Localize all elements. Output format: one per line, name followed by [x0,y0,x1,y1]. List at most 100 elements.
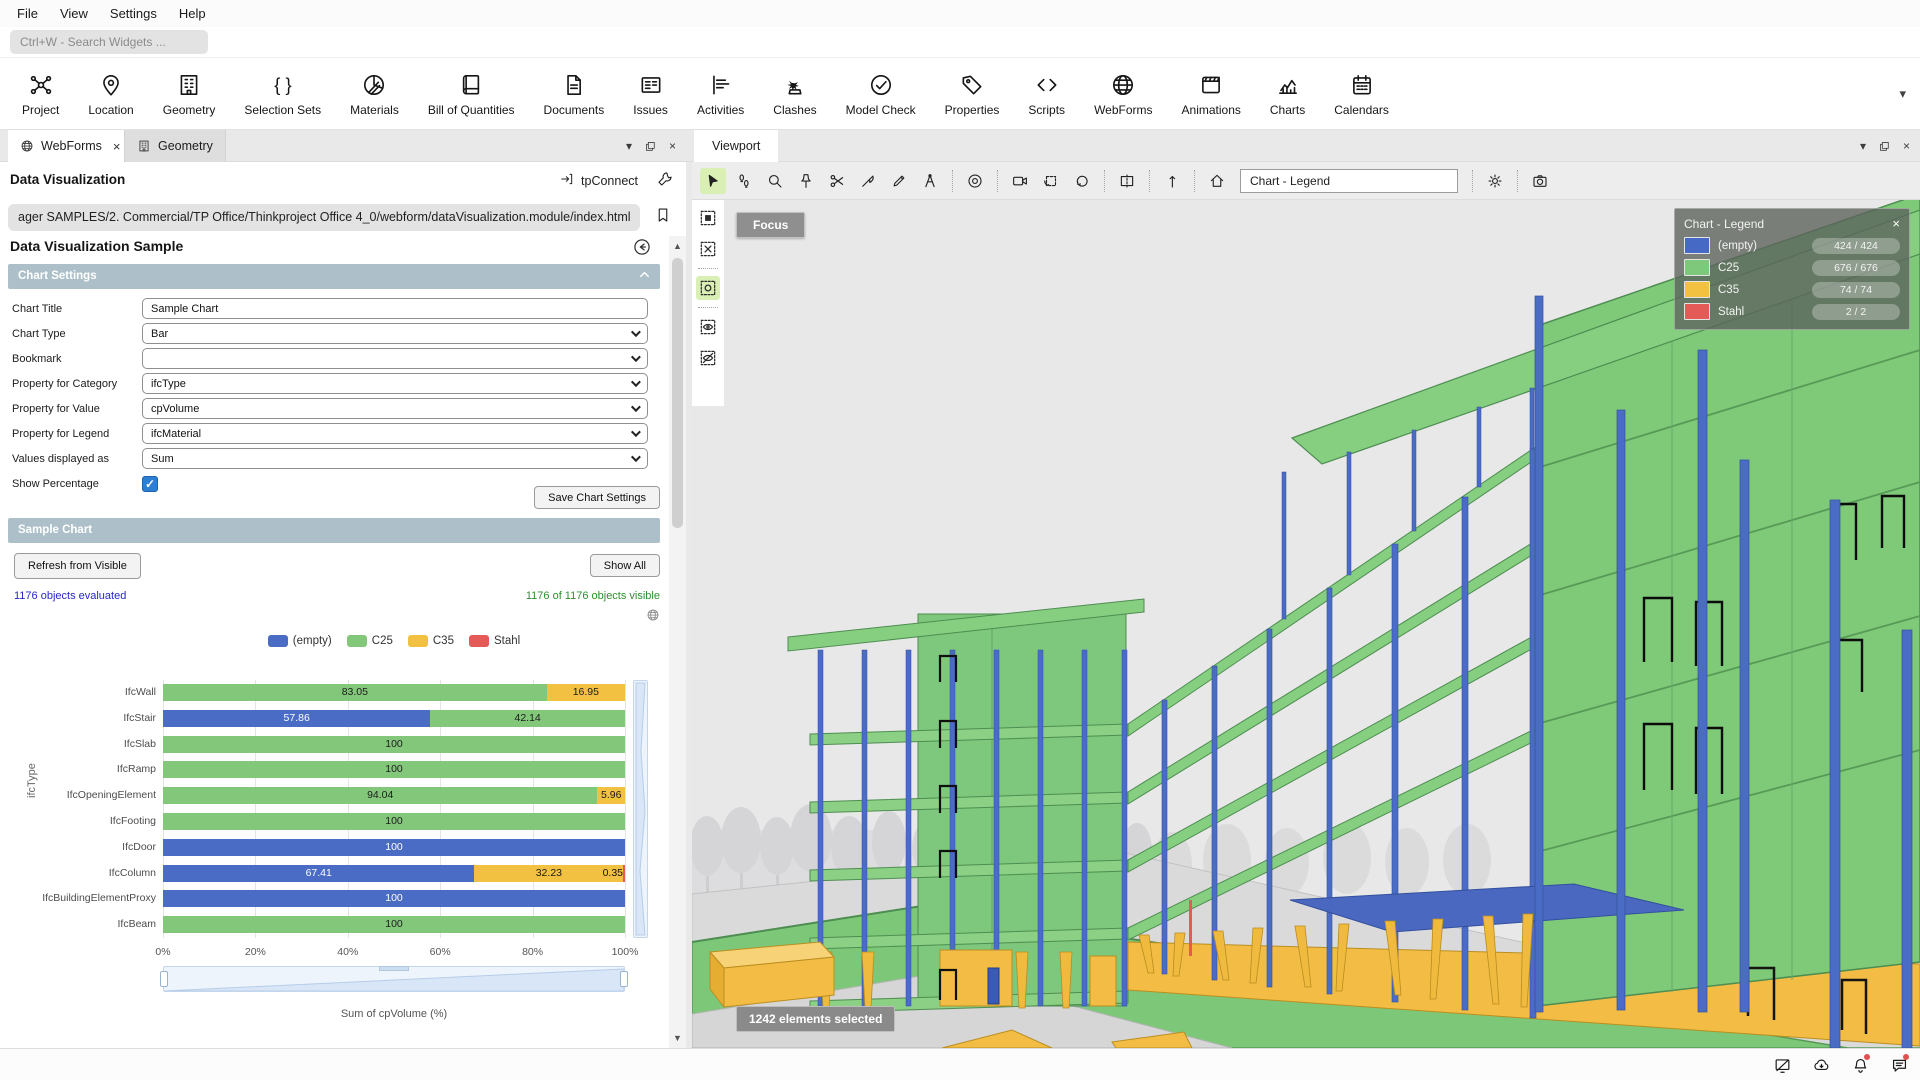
close-pane-icon[interactable]: × [1903,139,1910,153]
back-circle-icon[interactable] [632,237,652,262]
panel-scrollbar[interactable]: ▲ ▼ [669,236,686,1048]
straighten-tool[interactable] [1159,168,1185,194]
bell-icon[interactable] [1849,1054,1871,1076]
toolbar-item-properties[interactable]: Properties [935,66,1010,122]
legend-overlay-row-empty[interactable]: (empty)424 / 424 [1684,237,1900,254]
show-all-button[interactable]: Show All [590,554,660,577]
toolbar-item-charts[interactable]: Charts [1260,66,1315,122]
close-tab-icon[interactable]: × [113,139,121,154]
home-tool[interactable] [1204,168,1230,194]
toolbar-item-documents[interactable]: Documents [534,66,615,122]
section-header-sample-chart[interactable]: Sample Chart [8,518,660,543]
bar-row-ifcfooting[interactable]: 100 [163,813,625,830]
knife-tool[interactable] [855,168,881,194]
chart-title-input[interactable]: Sample Chart [142,298,648,319]
scissors-tool[interactable] [824,168,850,194]
datazoom-handle-right[interactable] [620,971,628,987]
menu-settings[interactable]: Settings [99,2,168,25]
close-icon[interactable]: × [1892,216,1900,231]
menu-help[interactable]: Help [168,2,217,25]
presentation-off-icon[interactable] [1771,1054,1793,1076]
camera-video-tool[interactable] [1007,168,1033,194]
legend-overlay-row-c25[interactable]: C25676 / 676 [1684,259,1900,276]
toolbar-item-model-check[interactable]: Model Check [836,66,926,122]
bar-row-ifcslab[interactable]: 100 [163,736,625,753]
toolbar-item-project[interactable]: Project [12,66,69,122]
toolbar-item-clashes[interactable]: Clashes [763,66,826,122]
pin-tool[interactable] [793,168,819,194]
toolbar-overflow-chevron-icon[interactable]: ▾ [1899,86,1906,102]
refresh-from-visible-button[interactable]: Refresh from Visible [14,553,141,579]
chevron-up-icon[interactable] [637,267,652,292]
bar-row-ifccolumn[interactable]: 67.4132.230.35 [163,865,625,882]
orbit-tool[interactable] [1069,168,1095,194]
marker-tool[interactable] [886,168,912,194]
legend-item-empty[interactable]: (empty) [268,635,332,647]
datazoom-slider-vertical[interactable] [633,680,648,938]
chart-type-select[interactable]: Bar [142,323,648,344]
section-header-chart-settings[interactable]: Chart Settings [8,264,660,289]
toolbar-item-selection-sets[interactable]: { }Selection Sets [234,66,331,122]
widget-search-input[interactable]: Ctrl+W - Search Widgets ... [10,30,208,54]
legend-overlay-row-stahl[interactable]: Stahl2 / 2 [1684,303,1900,320]
3d-viewport[interactable]: Focus Chart - Legend × (empty)424 / 424C… [692,200,1920,1048]
close-pane-icon[interactable]: × [669,139,676,153]
bar-row-ifcstair[interactable]: 57.8642.14 [163,710,625,727]
show-selected-tool[interactable] [696,315,720,339]
cloud-download-icon[interactable] [1810,1054,1832,1076]
photo-icon[interactable] [1527,168,1553,194]
property-for-value-select[interactable]: cpVolume [142,398,648,419]
float-window-icon[interactable] [1878,140,1891,153]
scroll-down-icon[interactable]: ▼ [669,1030,686,1046]
float-window-icon[interactable] [644,140,657,153]
legend-item-stahl[interactable]: Stahl [469,635,520,647]
bookmark-select[interactable] [142,348,648,369]
focus-ring-tool[interactable] [962,168,988,194]
section-plane-tool[interactable] [1114,168,1140,194]
bar-row-ifcbuildingelementproxy[interactable]: 100 [163,890,625,907]
zoom-tool[interactable] [762,168,788,194]
toolbar-item-materials[interactable]: Materials [340,66,409,122]
toolbar-item-issues[interactable]: Issues [623,66,678,122]
chat-icon[interactable] [1888,1054,1910,1076]
gear-icon[interactable] [1482,168,1508,194]
legend-item-c35[interactable]: C35 [408,635,454,647]
focus-selection-tool[interactable] [696,276,720,300]
toolbar-item-animations[interactable]: Animations [1172,66,1251,122]
legend-item-c25[interactable]: C25 [347,635,393,647]
webform-url-field[interactable]: ager SAMPLES/2. Commercial/TP Office/Thi… [8,204,640,231]
bar-row-ifcramp[interactable]: 100 [163,761,625,778]
menu-view[interactable]: View [49,2,99,25]
save-chart-settings-button[interactable]: Save Chart Settings [534,486,660,509]
select-all-tool[interactable] [696,206,720,230]
toolbar-item-calendars[interactable]: Calendars [1324,66,1399,122]
tpconnect-button[interactable]: tpConnect [559,171,638,190]
toolbar-item-bill-of-quantities[interactable]: Bill of Quantities [418,66,525,122]
show-percentage-checkbox[interactable]: ✓ [142,476,158,492]
hide-selected-tool[interactable] [696,346,720,370]
dock-chevron-icon[interactable]: ▾ [1860,139,1866,153]
wrench-icon[interactable] [656,170,674,193]
toolbar-item-activities[interactable]: Activities [687,66,754,122]
bar-row-ifcwall[interactable]: 83.0516.95 [163,684,625,701]
tab-geometry[interactable]: Geometry [124,130,226,162]
bookmark-icon[interactable] [654,206,672,229]
chart-legend[interactable]: (empty) C25 C35 Stahl [163,635,625,647]
bar-row-ifcdoor[interactable]: 100 [163,839,625,856]
toolbar-item-webforms[interactable]: WebForms [1084,66,1162,122]
walk-tool[interactable] [731,168,757,194]
datazoom-notch[interactable] [379,966,409,971]
tab-webforms[interactable]: WebForms × [8,130,132,162]
menu-file[interactable]: File [6,2,49,25]
compass-tool[interactable] [917,168,943,194]
values-displayed-as-select[interactable]: Sum [142,448,648,469]
tab-viewport[interactable]: Viewport [694,130,778,162]
focus-button[interactable]: Focus [736,212,805,238]
toolbar-item-scripts[interactable]: Scripts [1018,66,1075,122]
property-for-category-select[interactable]: ifcType [142,373,648,394]
pointer-tool[interactable] [700,168,726,194]
bar-row-ifcbeam[interactable]: 100 [163,916,625,933]
legend-overlay-row-c35[interactable]: C3574 / 74 [1684,281,1900,298]
datazoom-handle-left[interactable] [160,971,168,987]
deselect-all-tool[interactable] [696,237,720,261]
